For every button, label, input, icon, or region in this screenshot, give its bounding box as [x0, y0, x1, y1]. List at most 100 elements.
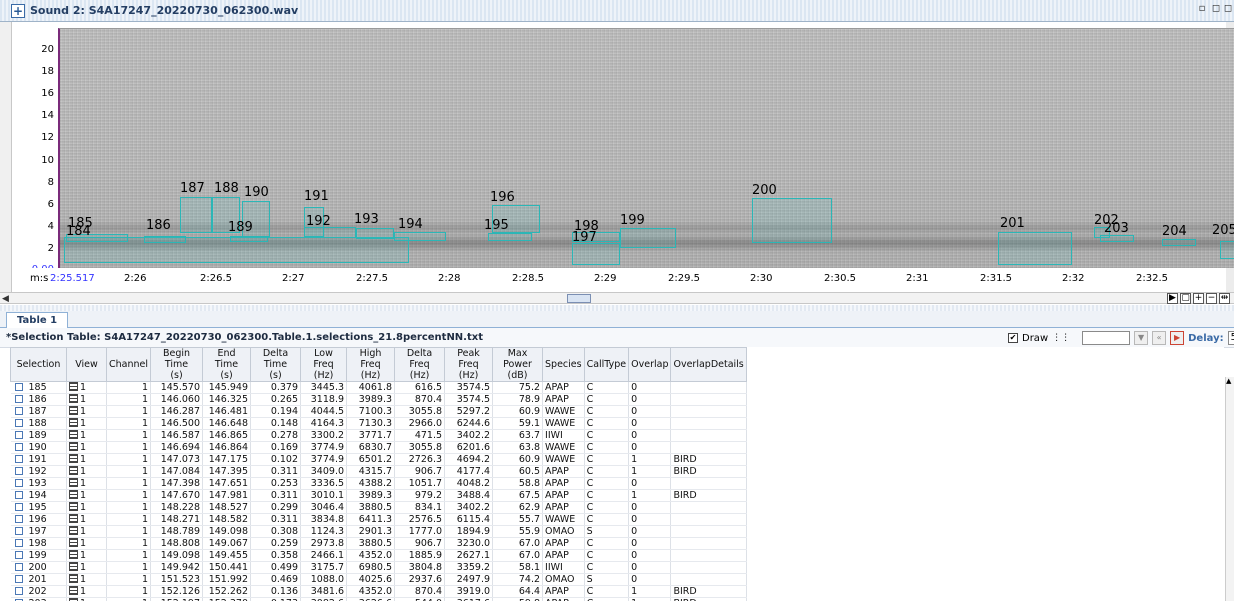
table-cell[interactable]: 63.7 — [492, 429, 544, 442]
selection-box[interactable] — [752, 198, 832, 243]
table-cell[interactable]: 906.7 — [394, 537, 446, 550]
table-cell[interactable]: C — [584, 597, 630, 601]
table-cell[interactable]: 62.9 — [492, 501, 544, 514]
column-header[interactable]: Channel — [105, 347, 152, 382]
table-cell[interactable]: 3055.8 — [394, 441, 446, 454]
table-cell[interactable]: 150.441 — [202, 561, 252, 574]
table-cell[interactable]: 67.0 — [492, 537, 544, 550]
table-cell[interactable]: 0.136 — [250, 585, 302, 598]
table-cell[interactable]: C — [584, 381, 630, 394]
table-cell[interactable]: 67.5 — [492, 489, 544, 502]
table-cell[interactable]: 1 — [106, 561, 152, 574]
table-cell[interactable]: 0 — [628, 429, 672, 442]
scroll-up-icon[interactable]: ▲ — [1226, 377, 1231, 385]
table-cell[interactable]: 148.789 — [150, 525, 204, 538]
row-checkbox[interactable] — [14, 431, 23, 439]
table-cell[interactable]: 6244.6 — [444, 417, 494, 430]
table-cell[interactable]: C — [584, 489, 630, 502]
row-checkbox[interactable] — [14, 407, 23, 415]
table-cell[interactable]: C — [584, 561, 630, 574]
column-header[interactable]: CallType — [583, 347, 630, 382]
table-row[interactable]: 20311152.197152.3700.1733082.63626.6544.… — [10, 597, 747, 601]
table-cell[interactable]: APAP — [542, 501, 585, 514]
table-cell[interactable]: 4044.5 — [300, 405, 348, 418]
column-header[interactable]: Max Power (dB) — [492, 347, 544, 382]
table-cell[interactable]: 152.262 — [202, 585, 252, 598]
step-up-icon[interactable]: « — [1152, 331, 1167, 345]
row-checkbox[interactable] — [14, 455, 23, 463]
table-cell[interactable]: APAP — [542, 477, 585, 490]
view-cell[interactable]: 1 — [66, 585, 107, 598]
table-cell[interactable]: 3445.3 — [300, 381, 348, 394]
selection-box[interactable] — [1100, 235, 1134, 242]
selection-box[interactable] — [144, 236, 186, 243]
table-cell[interactable]: 1 — [106, 393, 152, 406]
table-cell[interactable]: 0 — [628, 561, 672, 574]
table-cell[interactable]: 6115.4 — [444, 513, 494, 526]
selection-cell[interactable]: 194 — [10, 489, 67, 502]
table-cell[interactable] — [670, 501, 747, 514]
selection-cell[interactable]: 191 — [10, 453, 67, 466]
table-cell[interactable]: 3046.4 — [300, 501, 348, 514]
draw-checkbox[interactable]: ✔ — [1008, 333, 1018, 343]
table-cell[interactable]: 906.7 — [394, 465, 446, 478]
table-cell[interactable]: 149.067 — [202, 537, 252, 550]
row-checkbox[interactable] — [14, 419, 23, 427]
table-cell[interactable]: BIRD — [670, 453, 747, 466]
table-row[interactable]: 187 1 1 146.287 146.481 0.194 4044.5 7100.3 3055… — [10, 405, 747, 418]
view-cell[interactable]: 1 — [66, 573, 107, 586]
row-checkbox[interactable] — [14, 491, 23, 499]
table-cell[interactable]: 6980.5 — [346, 561, 396, 574]
delay-input[interactable]: 5 — [1227, 331, 1234, 345]
view-cell[interactable]: 1 — [66, 429, 107, 442]
table-cell[interactable]: 4694.2 — [444, 453, 494, 466]
row-checkbox[interactable] — [14, 479, 23, 487]
zoom-full-icon[interactable]: ⇹ — [1219, 293, 1230, 304]
table-cell[interactable]: 58.1 — [492, 561, 544, 574]
column-header[interactable]: Peak Freq (Hz) — [444, 347, 494, 382]
table-cell[interactable]: 74.2 — [492, 573, 544, 586]
table-cell[interactable]: WAWE — [542, 417, 585, 430]
table-cell[interactable]: 55.7 — [492, 513, 544, 526]
table-cell[interactable]: 3409.0 — [300, 465, 348, 478]
table-cell[interactable]: 0.253 — [250, 477, 302, 490]
table-cell[interactable]: 146.694 — [150, 441, 204, 454]
table-cell[interactable]: 4061.8 — [346, 381, 396, 394]
table-cell[interactable]: 1 — [106, 477, 152, 490]
table-cell[interactable]: C — [584, 549, 630, 562]
table-row[interactable]: 189 1 1 146.587 146.865 0.278 3300.2 3771.7 471.… — [10, 429, 747, 442]
table-cell[interactable] — [670, 573, 747, 586]
table-cell[interactable]: C — [584, 393, 630, 406]
table-cell[interactable]: 0 — [628, 393, 672, 406]
table-cell[interactable]: 6201.6 — [444, 441, 494, 454]
table-cell[interactable]: 3402.2 — [444, 429, 494, 442]
table-cell[interactable]: IIWI — [542, 561, 585, 574]
table-cell[interactable]: 3626.6 — [346, 597, 396, 601]
table-cell[interactable] — [670, 561, 747, 574]
view-cell[interactable]: 1 — [66, 465, 107, 478]
table-cell[interactable]: 1 — [106, 573, 152, 586]
view-cell[interactable]: 1 — [66, 537, 107, 550]
table-row[interactable]: 199 1 1 149.098 149.455 0.358 2466.1 4352.0 1885… — [10, 549, 747, 562]
table-cell[interactable]: 147.398 — [150, 477, 204, 490]
column-header[interactable]: Species — [542, 347, 585, 382]
column-header[interactable]: Selection — [10, 347, 67, 382]
table-cell[interactable]: 3010.1 — [300, 489, 348, 502]
table-cell[interactable]: 60.5 — [492, 465, 544, 478]
table-cell[interactable] — [670, 549, 747, 562]
table-cell[interactable]: 1 — [106, 597, 152, 601]
table-cell[interactable]: 3055.8 — [394, 405, 446, 418]
table-cell[interactable]: C — [584, 513, 630, 526]
table-cell[interactable]: 3771.7 — [346, 429, 396, 442]
table-cell[interactable]: 151.992 — [202, 573, 252, 586]
table-cell[interactable]: C — [584, 477, 630, 490]
table-cell[interactable]: 148.527 — [202, 501, 252, 514]
table-cell[interactable]: 0 — [628, 525, 672, 538]
table-cell[interactable]: 2466.1 — [300, 549, 348, 562]
table-cell[interactable]: 4048.2 — [444, 477, 494, 490]
view-cell[interactable]: 1 — [66, 501, 107, 514]
table-cell[interactable]: APAP — [542, 489, 585, 502]
row-checkbox[interactable] — [14, 551, 23, 559]
column-header[interactable]: Delta Time (s) — [250, 347, 302, 382]
table-cell[interactable]: C — [584, 441, 630, 454]
